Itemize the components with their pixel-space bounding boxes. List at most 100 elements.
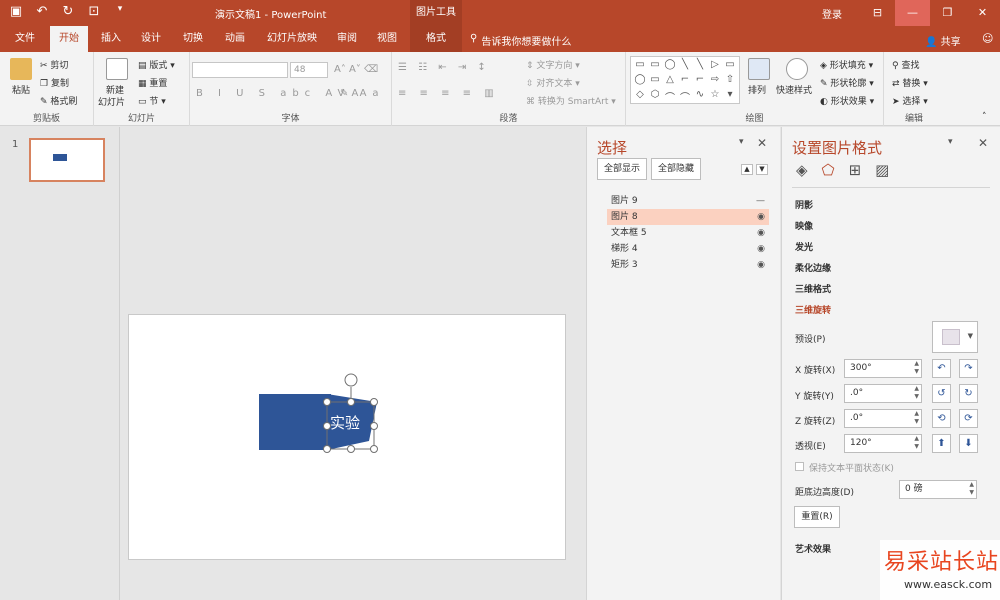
tab-transitions[interactable]: 切换 [176,26,210,52]
section-reflection[interactable]: 映像 [795,219,813,232]
font-size-icons[interactable]: A˄ A˅ ⌫ [334,64,378,75]
tab-slideshow[interactable]: 幻灯片放映 [262,26,322,52]
quick-styles-label[interactable]: 快速样式 [776,83,812,96]
tab-format[interactable]: 格式 [410,26,462,52]
selection-item-selected[interactable]: 图片 8 ◉ [607,209,769,225]
tab-review[interactable]: 审阅 [330,26,364,52]
rotate-right-icon[interactable]: ↷ [959,359,978,378]
move-up-icon[interactable]: ▲ [741,164,753,175]
format-painter-button[interactable]: ✎ 格式刷 [40,94,77,107]
preset-dropdown[interactable]: ▼ [932,321,978,353]
text-direction-button[interactable]: ⇕ 文字方向 ▾ [526,58,580,71]
selection-item[interactable]: 图片 9 — [607,193,769,209]
shapes-gallery[interactable]: ▭ ▭ ◯ ╲ ╲ ▷ ▭ ◯ ▭ △ ⌐ ⌐ ⇨ ⇧ ◇ ⬡ ⌒ ⌒ ∿ ☆ ▾ [630,56,740,104]
login-link[interactable]: 登录 [822,6,842,21]
pane-options-icon[interactable]: ▾ [739,137,744,147]
fill-line-icon[interactable]: ◈ [796,161,808,179]
tab-design[interactable]: 设计 [134,26,168,52]
rotate-clockwise-icon[interactable]: ⟳ [959,409,978,428]
start-slideshow-icon[interactable]: ⊡ [86,4,102,19]
new-slide-icon[interactable] [106,58,128,80]
rotate-handle-icon[interactable] [344,373,358,387]
new-slide-label2[interactable]: 幻灯片 [98,95,125,108]
slide[interactable]: 实验 [128,314,566,560]
section-3d-format[interactable]: 三维格式 [795,282,831,295]
selection-item[interactable]: 梯形 4 ◉ [607,241,769,257]
selection-item[interactable]: 矩形 3 ◉ [607,257,769,273]
picture-icon[interactable]: ▨ [875,161,889,179]
hide-all-button[interactable]: 全部隐藏 [651,158,701,180]
tell-me-box[interactable]: ⚲ 告诉我你想要做什么 [470,33,571,48]
font-size-box[interactable]: 48 [290,62,328,78]
section-artistic-effects[interactable]: 艺术效果 [795,542,831,555]
customize-qat-icon[interactable]: ▾ [112,4,128,19]
align-text-button[interactable]: ⇳ 对齐文本 ▾ [526,76,580,89]
hidden-icon[interactable]: — [756,193,765,209]
quick-styles-icon[interactable] [786,58,808,80]
align-buttons[interactable]: ≡ ≡ ≡ ≡ ▥ [398,88,499,99]
slide-textbox[interactable]: 实验 [330,414,360,432]
arrange-label[interactable]: 排列 [748,83,766,96]
rectangle-shape[interactable] [259,394,331,450]
layout-button[interactable]: ▤ 版式 ▾ [138,58,175,71]
font-name-box[interactable] [192,62,288,78]
rotate-left-icon[interactable]: ↶ [932,359,951,378]
select-button[interactable]: ➤ 选择 ▾ [892,94,928,107]
eye-icon[interactable]: ◉ [757,241,765,257]
section-3d-rotation[interactable]: 三维旋转 [795,303,831,316]
perspective-down-icon[interactable]: ⬇ [959,434,978,453]
perspective-up-icon[interactable]: ⬆ [932,434,951,453]
section-shadow[interactable]: 阴影 [795,198,813,211]
comment-icon[interactable]: ☺ [982,32,993,45]
effects-icon[interactable]: ⬠ [822,161,835,179]
eye-icon[interactable]: ◉ [757,257,765,273]
section-button[interactable]: ▭ 节 ▾ [138,94,166,107]
list-buttons[interactable]: ☰ ☷ ⇤ ⇥ ↕ [398,62,490,73]
close-pane-icon[interactable]: ✕ [757,136,767,150]
tab-animations[interactable]: 动画 [218,26,252,52]
section-soft-edges[interactable]: 柔化边缘 [795,261,831,274]
shape-fill-button[interactable]: ◈ 形状填充 ▾ [820,58,873,71]
ribbon-display-icon[interactable]: ⊟ [860,0,895,26]
font-color-icons[interactable]: ✎ A [340,88,358,99]
cut-button[interactable]: ✂ 剪切 [40,58,68,71]
pane-options-icon[interactable]: ▾ [948,137,953,147]
rotate-counterclockwise-icon[interactable]: ⟲ [932,409,951,428]
undo-icon[interactable]: ↶ [34,4,50,19]
close-pane-icon[interactable]: ✕ [978,136,988,150]
y-rotation-input[interactable]: .0° ▲ ▼ [844,384,922,403]
perspective-input[interactable]: 120° ▲ ▼ [844,434,922,453]
rotate-up-icon[interactable]: ↺ [932,384,951,403]
move-down-icon[interactable]: ▼ [756,164,768,175]
shape-effects-button[interactable]: ◐ 形状效果 ▾ [820,94,874,107]
minimize-button[interactable]: — [895,0,930,26]
reset-slide-button[interactable]: ▦ 重置 [138,76,167,89]
distance-input[interactable]: 0 磅 ▲ ▼ [899,480,977,499]
size-properties-icon[interactable]: ⊞ [849,161,862,179]
find-button[interactable]: ⚲ 查找 [892,58,919,71]
eye-icon[interactable]: ◉ [757,225,765,241]
save-icon[interactable]: ▣ [8,4,24,19]
selection-item[interactable]: 文本框 5 ◉ [607,225,769,241]
collapse-ribbon-icon[interactable]: ˄ [982,112,987,122]
close-button[interactable]: ✕ [965,0,1000,26]
tab-file[interactable]: 文件 [8,26,42,52]
keep-text-flat-checkbox[interactable] [795,462,804,471]
x-rotation-input[interactable]: 300° ▲ ▼ [844,359,922,378]
reset-button[interactable]: 重置(R) [794,506,840,528]
paste-icon[interactable] [10,58,32,80]
rotate-down-icon[interactable]: ↻ [959,384,978,403]
show-all-button[interactable]: 全部显示 [597,158,647,180]
restore-button[interactable]: ❐ [930,0,965,26]
share-button[interactable]: 👤 共享 [925,33,961,48]
z-rotation-input[interactable]: .0° ▲ ▼ [844,409,922,428]
arrange-icon[interactable] [748,58,770,80]
smartart-button[interactable]: ⌘ 转换为 SmartArt ▾ [526,94,616,107]
tab-insert[interactable]: 插入 [94,26,128,52]
shape-outline-button[interactable]: ✎ 形状轮廓 ▾ [820,76,874,89]
tab-view[interactable]: 视图 [370,26,404,52]
replace-button[interactable]: ⇄ 替换 ▾ [892,76,928,89]
paste-label[interactable]: 粘贴 [12,83,30,96]
section-glow[interactable]: 发光 [795,240,813,253]
redo-icon[interactable]: ↻ [60,4,76,19]
